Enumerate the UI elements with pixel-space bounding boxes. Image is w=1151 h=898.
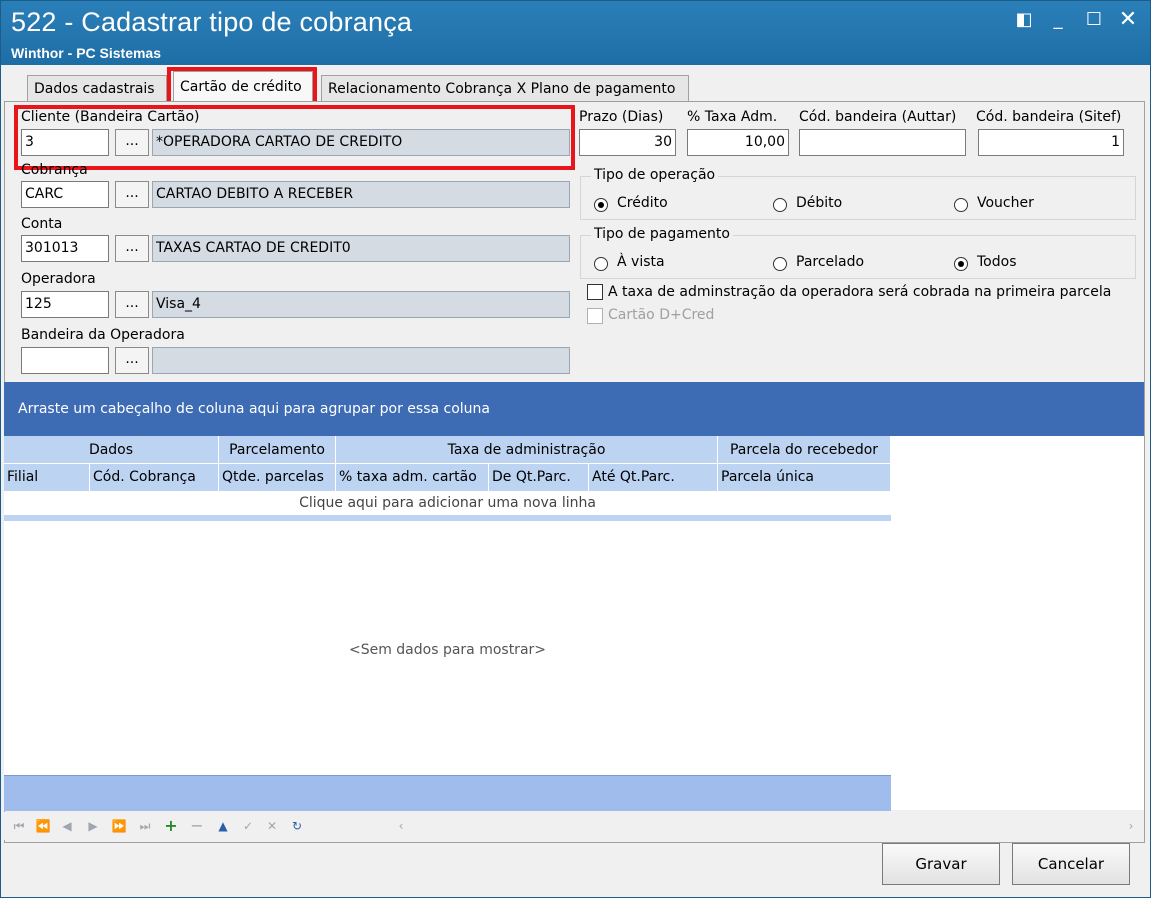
new-row-prompt[interactable]: Clique aqui para adicionar uma nova linh…	[4, 491, 891, 521]
data-grid[interactable]: Dados Parcelamento Taxa de administração…	[4, 436, 1144, 810]
nav-next-icon[interactable]: ▶	[84, 817, 102, 835]
scroll-right-icon[interactable]: ›	[1122, 817, 1140, 835]
auttar-label: Cód. bandeira (Auttar)	[799, 109, 957, 125]
grid-navigator: ⏮ ⏪ ◀ ▶ ⏩ ⏭ + − ▲ ✓ ✕ ↻ ‹ ›	[4, 812, 1144, 840]
title-bar: 522 - Cadastrar tipo de cobrança Winthor…	[1, 1, 1150, 65]
sitef-label: Cód. bandeira (Sitef)	[976, 109, 1122, 125]
col-cod-cobranca[interactable]: Cód. Cobrança	[90, 464, 219, 491]
nav-add-icon[interactable]: +	[162, 817, 180, 835]
col-de-qt-parc[interactable]: De Qt.Parc.	[489, 464, 589, 491]
gravar-button[interactable]: Gravar	[882, 843, 1000, 885]
radio-debito[interactable]	[773, 198, 787, 212]
tipo-pagamento-label: Tipo de pagamento	[591, 226, 733, 242]
scroll-left-icon[interactable]: ‹	[392, 817, 410, 835]
chk-taxa-primeira-parcela-label[interactable]: A taxa de adminstração da operadora será…	[608, 284, 1111, 300]
radio-credito-label[interactable]: Crédito	[617, 195, 668, 211]
chk-cartao-dcred	[587, 308, 603, 324]
auttar-input[interactable]	[799, 129, 966, 156]
nav-refresh-icon[interactable]: ↻	[288, 817, 306, 835]
cobranca-label: Cobrança	[21, 162, 88, 178]
col-parcela-unica[interactable]: Parcela única	[718, 464, 891, 491]
radio-todos[interactable]	[954, 257, 968, 271]
group-by-hint: Arraste um cabeçalho de coluna aqui para…	[18, 401, 491, 417]
maximize-icon[interactable]: ☐	[1083, 9, 1105, 31]
chk-cartao-dcred-label: Cartão D+Cred	[608, 307, 715, 323]
tab-dados-cadastrais[interactable]: Dados cadastrais	[27, 75, 167, 101]
bandeira-label: Bandeira da Operadora	[21, 327, 185, 343]
radio-parcelado[interactable]	[773, 257, 787, 271]
radio-voucher[interactable]	[954, 198, 968, 212]
nav-prev-page-icon[interactable]: ⏪	[34, 817, 52, 835]
restore-icon[interactable]: ◧	[1013, 9, 1035, 31]
radio-a-vista-label[interactable]: À vista	[617, 254, 665, 270]
tipo-operacao-label: Tipo de operação	[591, 167, 719, 183]
cliente-highlight-box	[14, 105, 575, 170]
nav-last-icon[interactable]: ⏭	[136, 817, 154, 835]
window-subtitle: Winthor - PC Sistemas	[11, 45, 162, 61]
cancelar-button[interactable]: Cancelar	[1012, 843, 1130, 885]
operadora-desc-field: Visa_4	[152, 291, 570, 318]
cobranca-lookup-button[interactable]: ...	[115, 181, 149, 208]
conta-code-input[interactable]: 301013	[21, 235, 109, 262]
nav-delete-icon[interactable]: −	[188, 817, 206, 835]
sitef-input[interactable]: 1	[978, 129, 1124, 156]
group-by-panel[interactable]: Arraste um cabeçalho de coluna aqui para…	[4, 382, 1144, 436]
band-parcela-recebedor[interactable]: Parcela do recebedor	[718, 436, 891, 464]
nav-cancel-icon[interactable]: ✕	[263, 817, 281, 835]
minimize-icon[interactable]: _	[1047, 9, 1069, 31]
close-icon[interactable]: ✕	[1117, 9, 1139, 31]
cobranca-code-input[interactable]: CARC	[21, 181, 109, 208]
taxa-input[interactable]: 10,00	[687, 129, 789, 156]
nav-first-icon[interactable]: ⏮	[10, 817, 28, 835]
operadora-lookup-button[interactable]: ...	[115, 291, 149, 318]
empty-grid-message: <Sem dados para mostrar>	[348, 642, 547, 658]
radio-credito[interactable]	[594, 198, 608, 212]
nav-next-page-icon[interactable]: ⏩	[110, 817, 128, 835]
bandeira-code-input[interactable]	[21, 347, 109, 374]
band-parcelamento[interactable]: Parcelamento	[219, 436, 336, 464]
radio-debito-label[interactable]: Débito	[796, 195, 842, 211]
col-filial[interactable]: Filial	[4, 464, 90, 491]
window-title: 522 - Cadastrar tipo de cobrança	[11, 7, 413, 37]
nav-prev-icon[interactable]: ◀	[58, 817, 76, 835]
band-dados[interactable]: Dados	[4, 436, 219, 464]
band-taxa-administracao[interactable]: Taxa de administração	[336, 436, 718, 464]
nav-edit-icon[interactable]: ▲	[214, 817, 232, 835]
bandeira-lookup-button[interactable]: ...	[115, 347, 149, 374]
tab-relacionamento[interactable]: Relacionamento Cobrança X Plano de pagam…	[321, 75, 689, 101]
col-ate-qt-parc[interactable]: Até Qt.Parc.	[589, 464, 718, 491]
col-taxa-adm-cartao[interactable]: % taxa adm. cartão	[336, 464, 489, 491]
radio-parcelado-label[interactable]: Parcelado	[796, 254, 864, 270]
operadora-code-input[interactable]: 125	[21, 291, 109, 318]
conta-lookup-button[interactable]: ...	[115, 235, 149, 262]
conta-label: Conta	[21, 216, 63, 232]
tab-highlight-box	[167, 67, 317, 105]
taxa-label: % Taxa Adm.	[687, 109, 778, 125]
application-window: 522 - Cadastrar tipo de cobrança Winthor…	[0, 0, 1151, 898]
operadora-label: Operadora	[21, 271, 96, 287]
nav-post-icon[interactable]: ✓	[239, 817, 257, 835]
radio-todos-label[interactable]: Todos	[977, 254, 1016, 270]
col-qtde-parcelas[interactable]: Qtde. parcelas	[219, 464, 336, 491]
prazo-input[interactable]: 30	[579, 129, 676, 156]
cobranca-desc-field: CARTAO DEBITO A RECEBER	[152, 181, 570, 208]
chk-taxa-primeira-parcela[interactable]	[587, 284, 603, 300]
bandeira-desc-field	[152, 347, 570, 374]
radio-a-vista[interactable]	[594, 257, 608, 271]
radio-voucher-label[interactable]: Voucher	[977, 195, 1034, 211]
prazo-label: Prazo (Dias)	[579, 109, 664, 125]
grid-footer	[4, 775, 891, 811]
conta-desc-field: TAXAS CARTAO DE CREDIT0	[152, 235, 570, 262]
